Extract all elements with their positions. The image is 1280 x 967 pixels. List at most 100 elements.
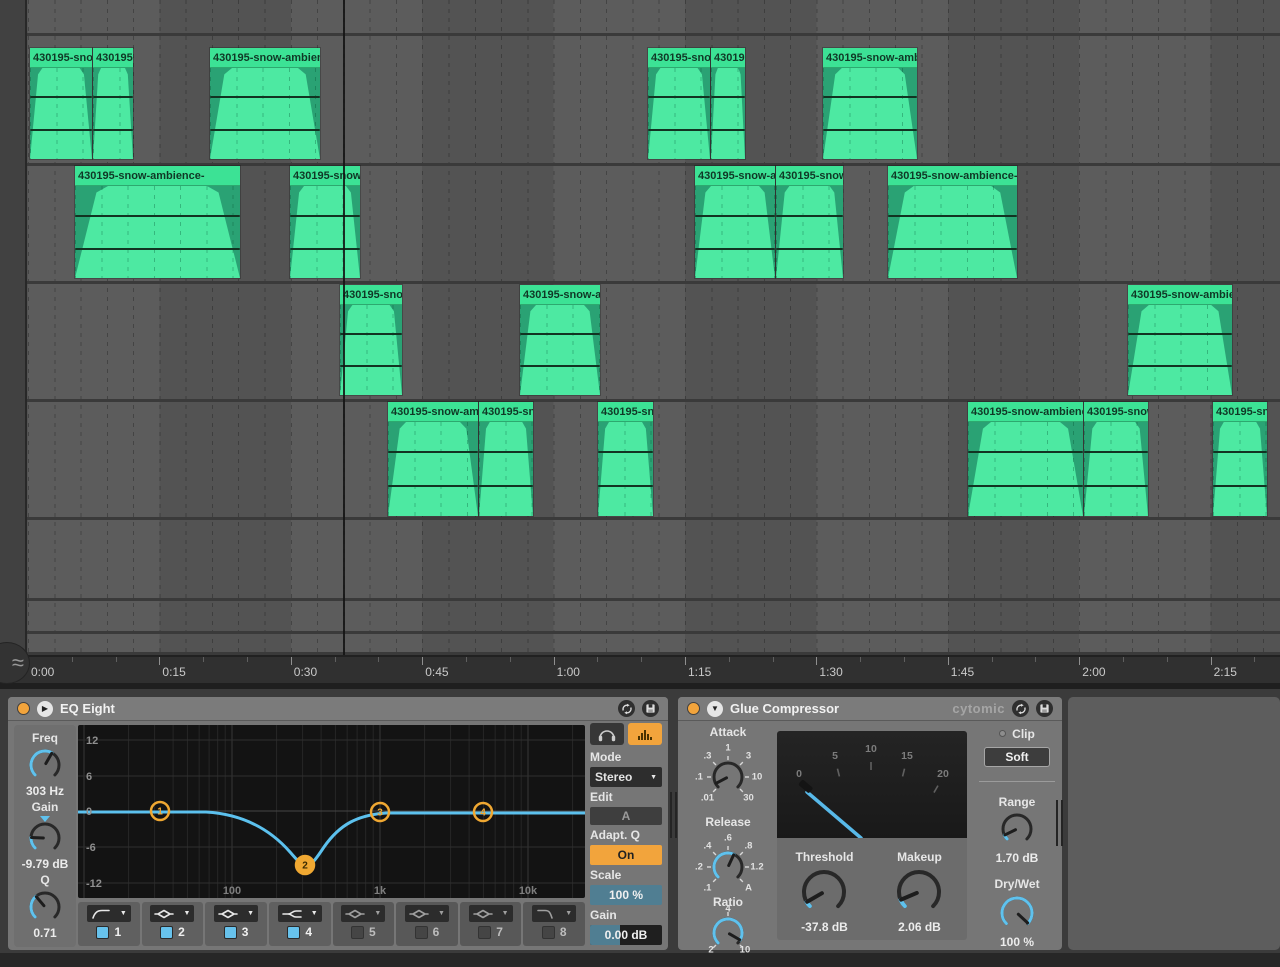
ratio-knob[interactable]: 2410 — [686, 907, 770, 957]
knob-tick-label: 4 — [725, 904, 730, 915]
filter-shape-selector[interactable]: ▼ — [150, 905, 194, 922]
freq-value[interactable]: 303 Hz — [26, 784, 64, 798]
audio-clip[interactable]: 430195-snow-ambience- — [388, 402, 478, 516]
waveform-right-channel — [648, 129, 710, 131]
filter-shape-selector[interactable]: ▼ — [405, 905, 449, 922]
eq-curve-display[interactable]: 12341260-6-121001k10k — [78, 725, 585, 898]
band-4-toggle[interactable] — [287, 926, 300, 939]
audio-clip[interactable]: 430195-snow-ambience- — [340, 285, 402, 395]
audio-clip[interactable]: 430195-snow-ambience- — [823, 48, 917, 159]
fade-envelope[interactable] — [648, 68, 710, 159]
hot-swap-icon[interactable] — [618, 700, 635, 717]
arrangement-grid[interactable]: 430195-snow-ambience-430195-snow-ambienc… — [27, 0, 1280, 655]
gain-knob[interactable] — [25, 818, 65, 858]
audio-clip[interactable]: 430195-snow-ambience- — [968, 402, 1083, 516]
dry-wet-value[interactable]: 100 % — [975, 935, 1059, 949]
timeline-major-tick — [291, 657, 292, 665]
fade-envelope[interactable] — [479, 422, 533, 516]
filter-shape-selector[interactable]: ▼ — [278, 905, 322, 922]
makeup-value[interactable]: 2.06 dB — [872, 920, 967, 934]
band-1-toggle[interactable] — [96, 926, 109, 939]
audio-clip[interactable]: 430195-snow-ambience- — [1128, 285, 1232, 395]
range-knob[interactable] — [997, 809, 1037, 849]
fade-envelope[interactable] — [75, 186, 240, 278]
save-preset-icon[interactable] — [642, 700, 659, 717]
fade-envelope[interactable] — [30, 68, 92, 159]
fade-envelope[interactable] — [340, 305, 402, 395]
audio-clip[interactable]: 430195-snow-ambience- — [711, 48, 745, 159]
waveform-right-channel — [388, 485, 478, 487]
fade-envelope[interactable] — [823, 68, 917, 159]
audio-clip[interactable]: 430195-snow-ambience- — [290, 166, 360, 278]
filter-shape-selector[interactable]: ▼ — [87, 905, 131, 922]
threshold-knob[interactable] — [796, 864, 852, 920]
audio-clip[interactable]: 430195-snow-ambience- — [888, 166, 1017, 278]
mode-dropdown[interactable]: Stereo ▼ — [590, 767, 662, 787]
band-8-toggle[interactable] — [542, 926, 555, 939]
edit-ab-button[interactable]: A — [590, 807, 662, 825]
filter-shape-selector[interactable]: ▼ — [214, 905, 258, 922]
band-3-toggle[interactable] — [224, 926, 237, 939]
audio-clip[interactable]: 430195-snow-ambience- — [479, 402, 533, 516]
audio-clip[interactable]: 430195-snow-ambience- — [1084, 402, 1148, 516]
filter-shape-selector[interactable]: ▼ — [469, 905, 513, 922]
attack-knob[interactable]: .01.1.3131030 — [686, 737, 770, 813]
fade-envelope[interactable] — [520, 305, 600, 395]
audio-clip[interactable]: 430195-snow-ambience- — [93, 48, 133, 159]
timeline-ruler[interactable]: 0:000:150:300:451:001:151:301:452:002:15 — [0, 655, 1280, 683]
fade-envelope[interactable] — [968, 422, 1083, 516]
band-2-toggle[interactable] — [160, 926, 173, 939]
clip-waveform-area — [75, 186, 240, 278]
waveform-right-channel — [776, 248, 843, 250]
fade-envelope[interactable] — [290, 186, 360, 278]
fade-envelope[interactable] — [93, 68, 133, 159]
audio-clip[interactable]: 430195-snow-ambience- — [30, 48, 92, 159]
svg-text:-6: -6 — [86, 842, 96, 854]
audio-clip[interactable]: 430195-snow-ambience- — [1213, 402, 1267, 516]
makeup-knob[interactable] — [891, 864, 947, 920]
fade-envelope[interactable] — [388, 422, 478, 516]
range-value[interactable]: 1.70 dB — [975, 851, 1059, 865]
audio-clip[interactable]: 430195-snow-ambience- — [648, 48, 710, 159]
fade-envelope[interactable] — [1213, 422, 1267, 516]
soft-clip-toggle[interactable]: Soft — [984, 747, 1050, 767]
play-icon[interactable]: ▶ — [37, 701, 53, 717]
filter-shape-selector[interactable]: ▼ — [341, 905, 385, 922]
threshold-value[interactable]: -37.8 dB — [777, 920, 872, 934]
adaptive-q-toggle[interactable]: On — [590, 845, 662, 865]
freq-knob[interactable] — [25, 745, 65, 785]
fade-envelope[interactable] — [1128, 305, 1232, 395]
q-knob[interactable] — [25, 887, 65, 927]
release-knob[interactable]: .1.2.4.6.81.2A — [686, 827, 770, 903]
audio-clip[interactable]: 430195-snow-ambience- — [210, 48, 320, 159]
spectrum-analyzer-button[interactable] — [628, 723, 662, 745]
output-gain-field[interactable]: 0.00 dB — [590, 925, 662, 945]
waveform-right-channel — [30, 129, 92, 131]
timeline-time-label: 0:45 — [425, 665, 448, 679]
device-on-led[interactable] — [17, 702, 30, 715]
fade-envelope[interactable] — [598, 422, 653, 516]
fade-envelope[interactable] — [711, 68, 745, 159]
scale-field[interactable]: 100 % — [590, 885, 662, 905]
fade-envelope[interactable] — [1084, 422, 1148, 516]
audio-clip[interactable]: 430195-snow-ambience- — [598, 402, 653, 516]
band-7-toggle[interactable] — [478, 926, 491, 939]
filter-shape-selector[interactable]: ▼ — [532, 905, 576, 922]
audio-clip[interactable]: 430195-snow-ambience- — [695, 166, 775, 278]
dry-wet-knob[interactable] — [995, 891, 1039, 935]
band-5-toggle[interactable] — [351, 926, 364, 939]
playhead[interactable] — [343, 0, 345, 655]
fade-envelope[interactable] — [776, 186, 843, 278]
fade-envelope[interactable] — [888, 186, 1017, 278]
audition-headphone-button[interactable] — [590, 723, 624, 745]
device-chain-empty-area[interactable] — [1068, 697, 1280, 950]
audio-clip[interactable]: 430195-snow-ambience- — [75, 166, 240, 278]
gain-value[interactable]: -9.79 dB — [22, 857, 69, 871]
fade-envelope[interactable] — [210, 68, 320, 159]
audio-clip[interactable]: 430195-snow-ambience- — [776, 166, 843, 278]
audio-clip[interactable]: 430195-snow-ambience- — [520, 285, 600, 395]
fade-envelope[interactable] — [695, 186, 775, 278]
q-value[interactable]: 0.71 — [33, 926, 56, 940]
band-6-toggle[interactable] — [415, 926, 428, 939]
status-strip — [0, 953, 1280, 967]
